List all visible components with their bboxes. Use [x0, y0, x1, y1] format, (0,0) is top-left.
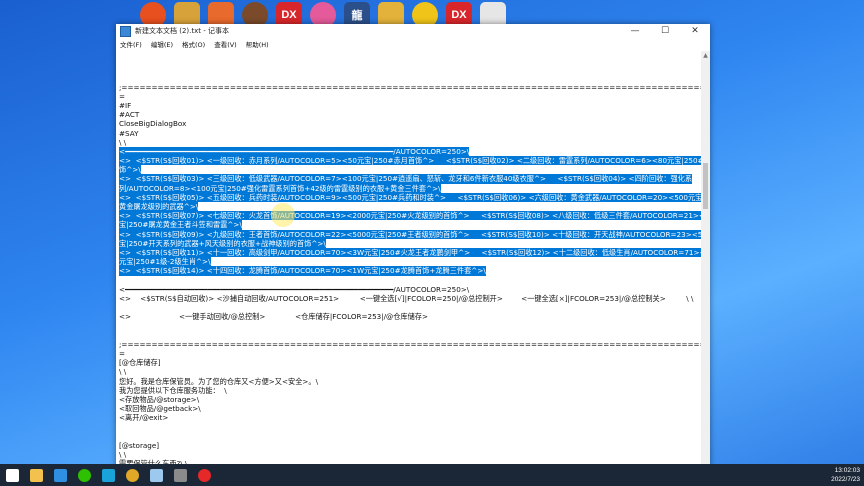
notepad-app-icon: [120, 25, 131, 37]
selected-text-line: <> <$STR(S$回收14)> <十四回收：龙腾首饰/AUTOCOLOR=7…: [119, 266, 486, 276]
taskbar: 13:02:03 2022/7/23: [0, 464, 864, 486]
menu-help[interactable]: 帮助(H): [246, 39, 269, 49]
notepad-window[interactable]: 新建文本文档 (2).txt - 记事本 — ☐ ✕ 文件(F) 编辑(E) 格…: [116, 24, 710, 472]
clock-time: 13:02:03: [834, 467, 860, 474]
selected-text-line: <> <$STR(S$回收09)> <九级回收：王者首饰/AUTOCOLOR=2…: [119, 229, 701, 239]
record-button[interactable]: [192, 464, 216, 486]
text-line: 您好。我是仓库保管员。为了您的仓库又<方便>又<安全>。\: [119, 376, 319, 386]
text-line: CloseBigDialogBox: [119, 119, 187, 129]
text-line: <━━━━━━━━━━━━━━━━━━━━━━━━━━━━━━━━━━━━━━━…: [119, 284, 470, 294]
text-line: ;=======================================…: [119, 82, 701, 92]
maximize-button[interactable]: ☐: [650, 24, 680, 38]
taskbar-app-blue-button[interactable]: [48, 464, 72, 486]
text-line: <存放物品/@storage>\: [119, 394, 200, 404]
text-editor[interactable]: ;=======================================…: [116, 51, 701, 472]
taskbar-app-cyan-icon: [101, 468, 115, 482]
window-title: 新建文本文档 (2).txt - 记事本: [135, 27, 229, 35]
taskbar-app-blue-icon: [53, 468, 67, 482]
selected-text-line: 列/AUTOCOLOR=8><100元宝|250#强化雷霆系列首饰+42级的雷霆…: [119, 183, 441, 193]
selected-text-line: 宝|250#屠龙黄金王者斗笠和雷霆^>\: [119, 220, 242, 230]
vertical-scrollbar[interactable]: ▲: [701, 51, 710, 472]
text-line: =: [119, 91, 126, 101]
text-line: <取回物品/@getback>\: [119, 404, 201, 414]
text-line: ;=======================================…: [119, 339, 701, 349]
close-button[interactable]: ✕: [680, 24, 710, 38]
chrome-icon: [125, 468, 139, 482]
taskbar-app-gray-icon: [173, 468, 187, 482]
selected-text-line: <> <$STR(S$回收05)> <五级回收：兵药时装/AUTOCOLOR=9…: [119, 192, 701, 202]
windows-start-button[interactable]: [0, 464, 24, 486]
selected-text-line: 饰^>\: [119, 165, 141, 175]
taskbar-app-cyan-button[interactable]: [96, 464, 120, 486]
chrome-button[interactable]: [120, 464, 144, 486]
system-clock[interactable]: 13:02:03 2022/7/23: [831, 466, 860, 484]
text-line: [@仓库储存]: [119, 358, 161, 368]
record-icon: [197, 468, 211, 482]
menu-format[interactable]: 格式(O): [182, 39, 205, 49]
file-explorer-icon: [29, 468, 43, 482]
text-line: \ \: [119, 367, 127, 377]
file-explorer-button[interactable]: [24, 464, 48, 486]
taskbar-app-gray-button[interactable]: [168, 464, 192, 486]
selected-text-line: 宝|250#开天系列的武器+风天级别的衣服+战神级别的首饰^>\: [119, 238, 326, 248]
minimize-button[interactable]: —: [620, 24, 650, 38]
text-line: <离开/@exit>: [119, 413, 169, 423]
text-line: <> <$STR(S$自动回收)> <沙捕自动回收/AUTOCOLOR=251>…: [119, 293, 694, 303]
text-line: #ACT: [119, 110, 140, 120]
text-line: 我为您提供以下仓库服务功能： \: [119, 385, 227, 395]
selected-text-line: 元宝|250#1级-2级生肖^>\: [119, 257, 211, 267]
selected-text-line: 黄金屠龙级别的武器^>\: [119, 202, 199, 212]
text-line: =: [119, 349, 126, 358]
clock-date: 2022/7/23: [831, 476, 860, 483]
menu-file[interactable]: 文件(F): [120, 39, 142, 49]
menu-edit[interactable]: 编辑(E): [151, 39, 173, 49]
text-line: #IF: [119, 100, 132, 110]
wechat-button[interactable]: [72, 464, 96, 486]
scroll-up-icon[interactable]: ▲: [701, 51, 710, 60]
selected-text-line: <> <$STR(S$回收01)> <一级回收：赤月系列/AUTOCOLOR=5…: [119, 156, 701, 166]
windows-start-icon: [5, 468, 19, 482]
text-line: <> <一键手动回收/@总控制> <仓库储存|FCOLOR=253|/@仓库储存…: [119, 312, 429, 322]
selected-text-line: <> <$STR(S$回收03)> <三级回收：低级武器/AUTOCOLOR=7…: [119, 174, 693, 184]
text-line: \ \: [119, 450, 127, 460]
selected-text-line: <> <$STR(S$回收07)> <七级回收：火龙首饰/AUTOCOLOR=1…: [119, 211, 701, 221]
text-line: #SAY: [119, 128, 139, 138]
title-bar[interactable]: 新建文本文档 (2).txt - 记事本 — ☐ ✕: [116, 24, 710, 38]
text-line: \ \: [119, 137, 127, 147]
scroll-thumb[interactable]: [703, 163, 708, 209]
selected-text-line: <> <$STR(S$回收11)> <十一回收：高级剑甲/AUTOCOLOR=7…: [119, 247, 701, 258]
selected-text-line: <━━━━━━━━━━━━━━━━━━━━━━━━━━━━━━━━━━━━━━━…: [119, 146, 470, 157]
notepad-button[interactable]: [144, 464, 168, 486]
wechat-icon: [77, 468, 91, 482]
menu-bar: 文件(F) 编辑(E) 格式(O) 查看(V) 帮助(H): [116, 38, 710, 49]
text-line: [@storage]: [119, 440, 160, 450]
menu-view[interactable]: 查看(V): [214, 39, 237, 49]
notepad-icon: [149, 468, 163, 482]
mouse-cursor-highlight: [271, 203, 295, 227]
